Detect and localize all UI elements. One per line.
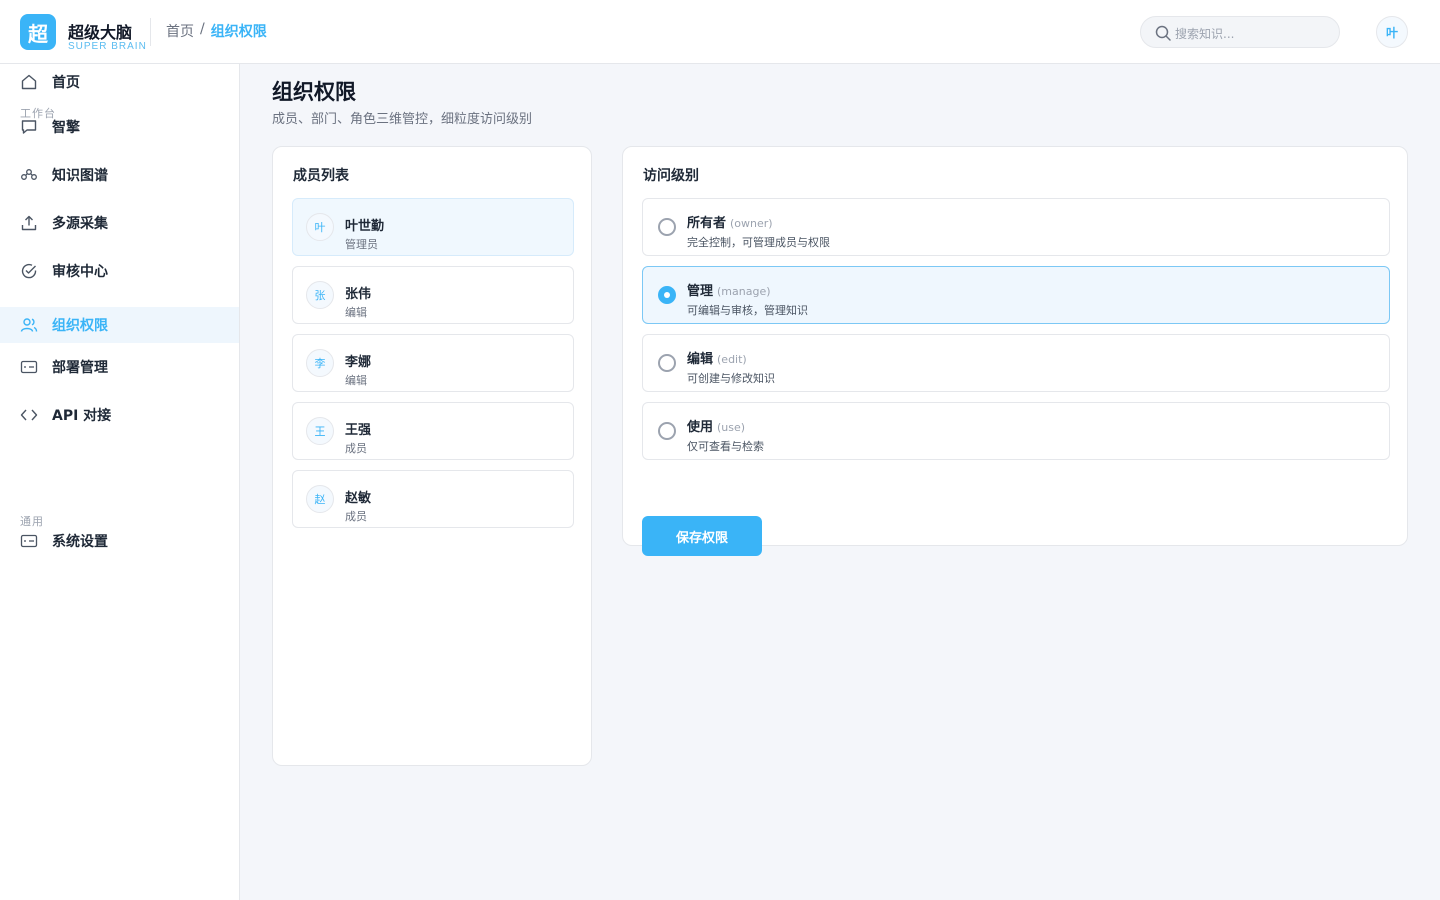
member-role: 编辑 xyxy=(345,374,367,387)
member-avatar: 李 xyxy=(306,349,334,377)
sidebar-item-label: API 对接 xyxy=(52,408,112,424)
radio-button[interactable] xyxy=(658,354,676,372)
sidebar-item-label: 审核中心 xyxy=(52,264,108,280)
access-level-description: 仅可查看与检索 xyxy=(687,440,764,453)
member-name: 张伟 xyxy=(345,287,372,302)
brand-subtitle: SUPER BRAIN xyxy=(68,41,147,52)
access-level-name: 使用 (use) xyxy=(687,416,745,435)
access-level-label: 所有者 xyxy=(687,216,727,231)
member-name: 王强 xyxy=(345,423,372,438)
member-avatar: 赵 xyxy=(306,485,334,513)
home-icon xyxy=(21,74,37,90)
upload-icon xyxy=(21,215,37,231)
radio-button[interactable] xyxy=(658,422,676,440)
sidebar-item-deployment[interactable]: 部署管理 xyxy=(0,349,239,385)
top-bar: 超 超级大脑 SUPER BRAIN 首页 / 组织权限 搜索知识... 叶 xyxy=(0,0,1440,64)
chat-bubble-icon xyxy=(21,120,37,134)
breadcrumb: 首页 / 组织权限 xyxy=(166,21,267,41)
member-item[interactable]: 李 李娜 编辑 xyxy=(292,334,574,392)
member-role: 成员 xyxy=(345,510,367,523)
radio-button[interactable] xyxy=(658,286,676,304)
access-level-label: 管理 xyxy=(687,284,714,299)
settings-card-icon xyxy=(20,534,38,548)
member-avatar: 王 xyxy=(306,417,334,445)
member-item[interactable]: 赵 赵敏 成员 xyxy=(292,470,574,528)
graph-nodes-icon xyxy=(21,169,37,180)
brand-title: 超级大脑 xyxy=(68,23,133,42)
user-avatar[interactable]: 叶 xyxy=(1376,16,1408,48)
member-avatar: 叶 xyxy=(306,213,334,241)
sidebar: 首页 工作台 智擎 知识图谱 多源采集 审核中心 组织权限 部署管理 API 对… xyxy=(0,64,240,900)
sidebar-item-api[interactable]: API 对接 xyxy=(0,397,239,433)
access-level-name: 管理 (manage) xyxy=(687,280,771,299)
search-input[interactable]: 搜索知识... xyxy=(1140,16,1340,48)
check-circle-icon xyxy=(21,263,37,279)
access-level-code: (use) xyxy=(717,421,746,434)
members-card-title: 成员列表 xyxy=(293,168,349,184)
sidebar-item-label: 部署管理 xyxy=(52,360,108,376)
sidebar-item-org-permissions[interactable]: 组织权限 xyxy=(0,307,239,343)
sidebar-item-label: 多源采集 xyxy=(52,216,108,232)
member-item[interactable]: 叶 叶世勤 管理员 xyxy=(292,198,574,256)
member-item[interactable]: 王 王强 成员 xyxy=(292,402,574,460)
access-level-name: 编辑 (edit) xyxy=(687,348,747,367)
member-avatar: 张 xyxy=(306,281,334,309)
sidebar-item-label: 组织权限 xyxy=(52,318,108,334)
member-item[interactable]: 张 张伟 编辑 xyxy=(292,266,574,324)
access-level-card-title: 访问级别 xyxy=(643,168,699,184)
page-title: 组织权限 xyxy=(272,80,356,104)
page-subtitle: 成员、部门、角色三维管控，细粒度访问级别 xyxy=(272,112,533,127)
sidebar-item-zhiqing[interactable]: 智擎 xyxy=(0,109,239,145)
access-level-label: 编辑 xyxy=(687,352,714,367)
member-name: 赵敏 xyxy=(345,491,372,506)
access-level-code: (edit) xyxy=(717,353,747,366)
member-role: 编辑 xyxy=(345,306,367,319)
access-level-name: 所有者 (owner) xyxy=(687,212,773,231)
sidebar-item-settings[interactable]: 系统设置 xyxy=(0,523,239,559)
member-role: 管理员 xyxy=(345,238,378,251)
sidebar-item-collection[interactable]: 多源采集 xyxy=(0,205,239,241)
member-name: 李娜 xyxy=(345,355,372,370)
access-level-label: 使用 xyxy=(687,420,714,435)
breadcrumb-home[interactable]: 首页 xyxy=(166,21,194,41)
access-level-description: 完全控制，可管理成员与权限 xyxy=(687,236,830,249)
server-card-icon xyxy=(20,360,38,374)
access-level-description: 可编辑与审核，管理知识 xyxy=(687,304,808,317)
access-level-code: (manage) xyxy=(717,285,771,298)
sidebar-item-review[interactable]: 审核中心 xyxy=(0,253,239,289)
code-brackets-icon xyxy=(20,409,38,421)
breadcrumb-separator: / xyxy=(200,21,205,37)
access-level-option-edit[interactable]: 编辑 (edit) 可创建与修改知识 xyxy=(642,334,1390,392)
sidebar-item-label: 知识图谱 xyxy=(52,168,108,184)
access-level-option-manage[interactable]: 管理 (manage) 可编辑与审核，管理知识 xyxy=(642,266,1390,324)
members-card: 成员列表 叶 叶世勤 管理员 张 张伟 编辑 李 李娜 编辑 王 王强 成员 赵… xyxy=(272,146,592,766)
sidebar-item-knowledge-graph[interactable]: 知识图谱 xyxy=(0,157,239,193)
access-level-card: 访问级别 所有者 (owner) 完全控制，可管理成员与权限 管理 (manage)… xyxy=(622,146,1408,546)
save-permissions-button[interactable]: 保存权限 xyxy=(642,516,762,556)
access-level-option-use[interactable]: 使用 (use) 仅可查看与检索 xyxy=(642,402,1390,460)
breadcrumb-current: 组织权限 xyxy=(210,24,267,40)
users-icon xyxy=(20,318,38,332)
search-icon xyxy=(1155,25,1171,41)
radio-button[interactable] xyxy=(658,218,676,236)
sidebar-item-label: 首页 xyxy=(52,75,80,91)
brand-logo[interactable]: 超 xyxy=(20,14,56,50)
member-name: 叶世勤 xyxy=(345,219,385,234)
access-level-option-owner[interactable]: 所有者 (owner) 完全控制，可管理成员与权限 xyxy=(642,198,1390,256)
access-level-code: (owner) xyxy=(730,217,773,230)
member-role: 成员 xyxy=(345,442,367,455)
sidebar-item-label: 智擎 xyxy=(52,120,80,136)
search-placeholder: 搜索知识... xyxy=(1175,27,1235,41)
sidebar-item-label: 系统设置 xyxy=(52,534,108,550)
topbar-divider xyxy=(150,18,151,46)
access-level-description: 可创建与修改知识 xyxy=(687,372,775,385)
sidebar-item-home[interactable]: 首页 xyxy=(0,64,239,100)
